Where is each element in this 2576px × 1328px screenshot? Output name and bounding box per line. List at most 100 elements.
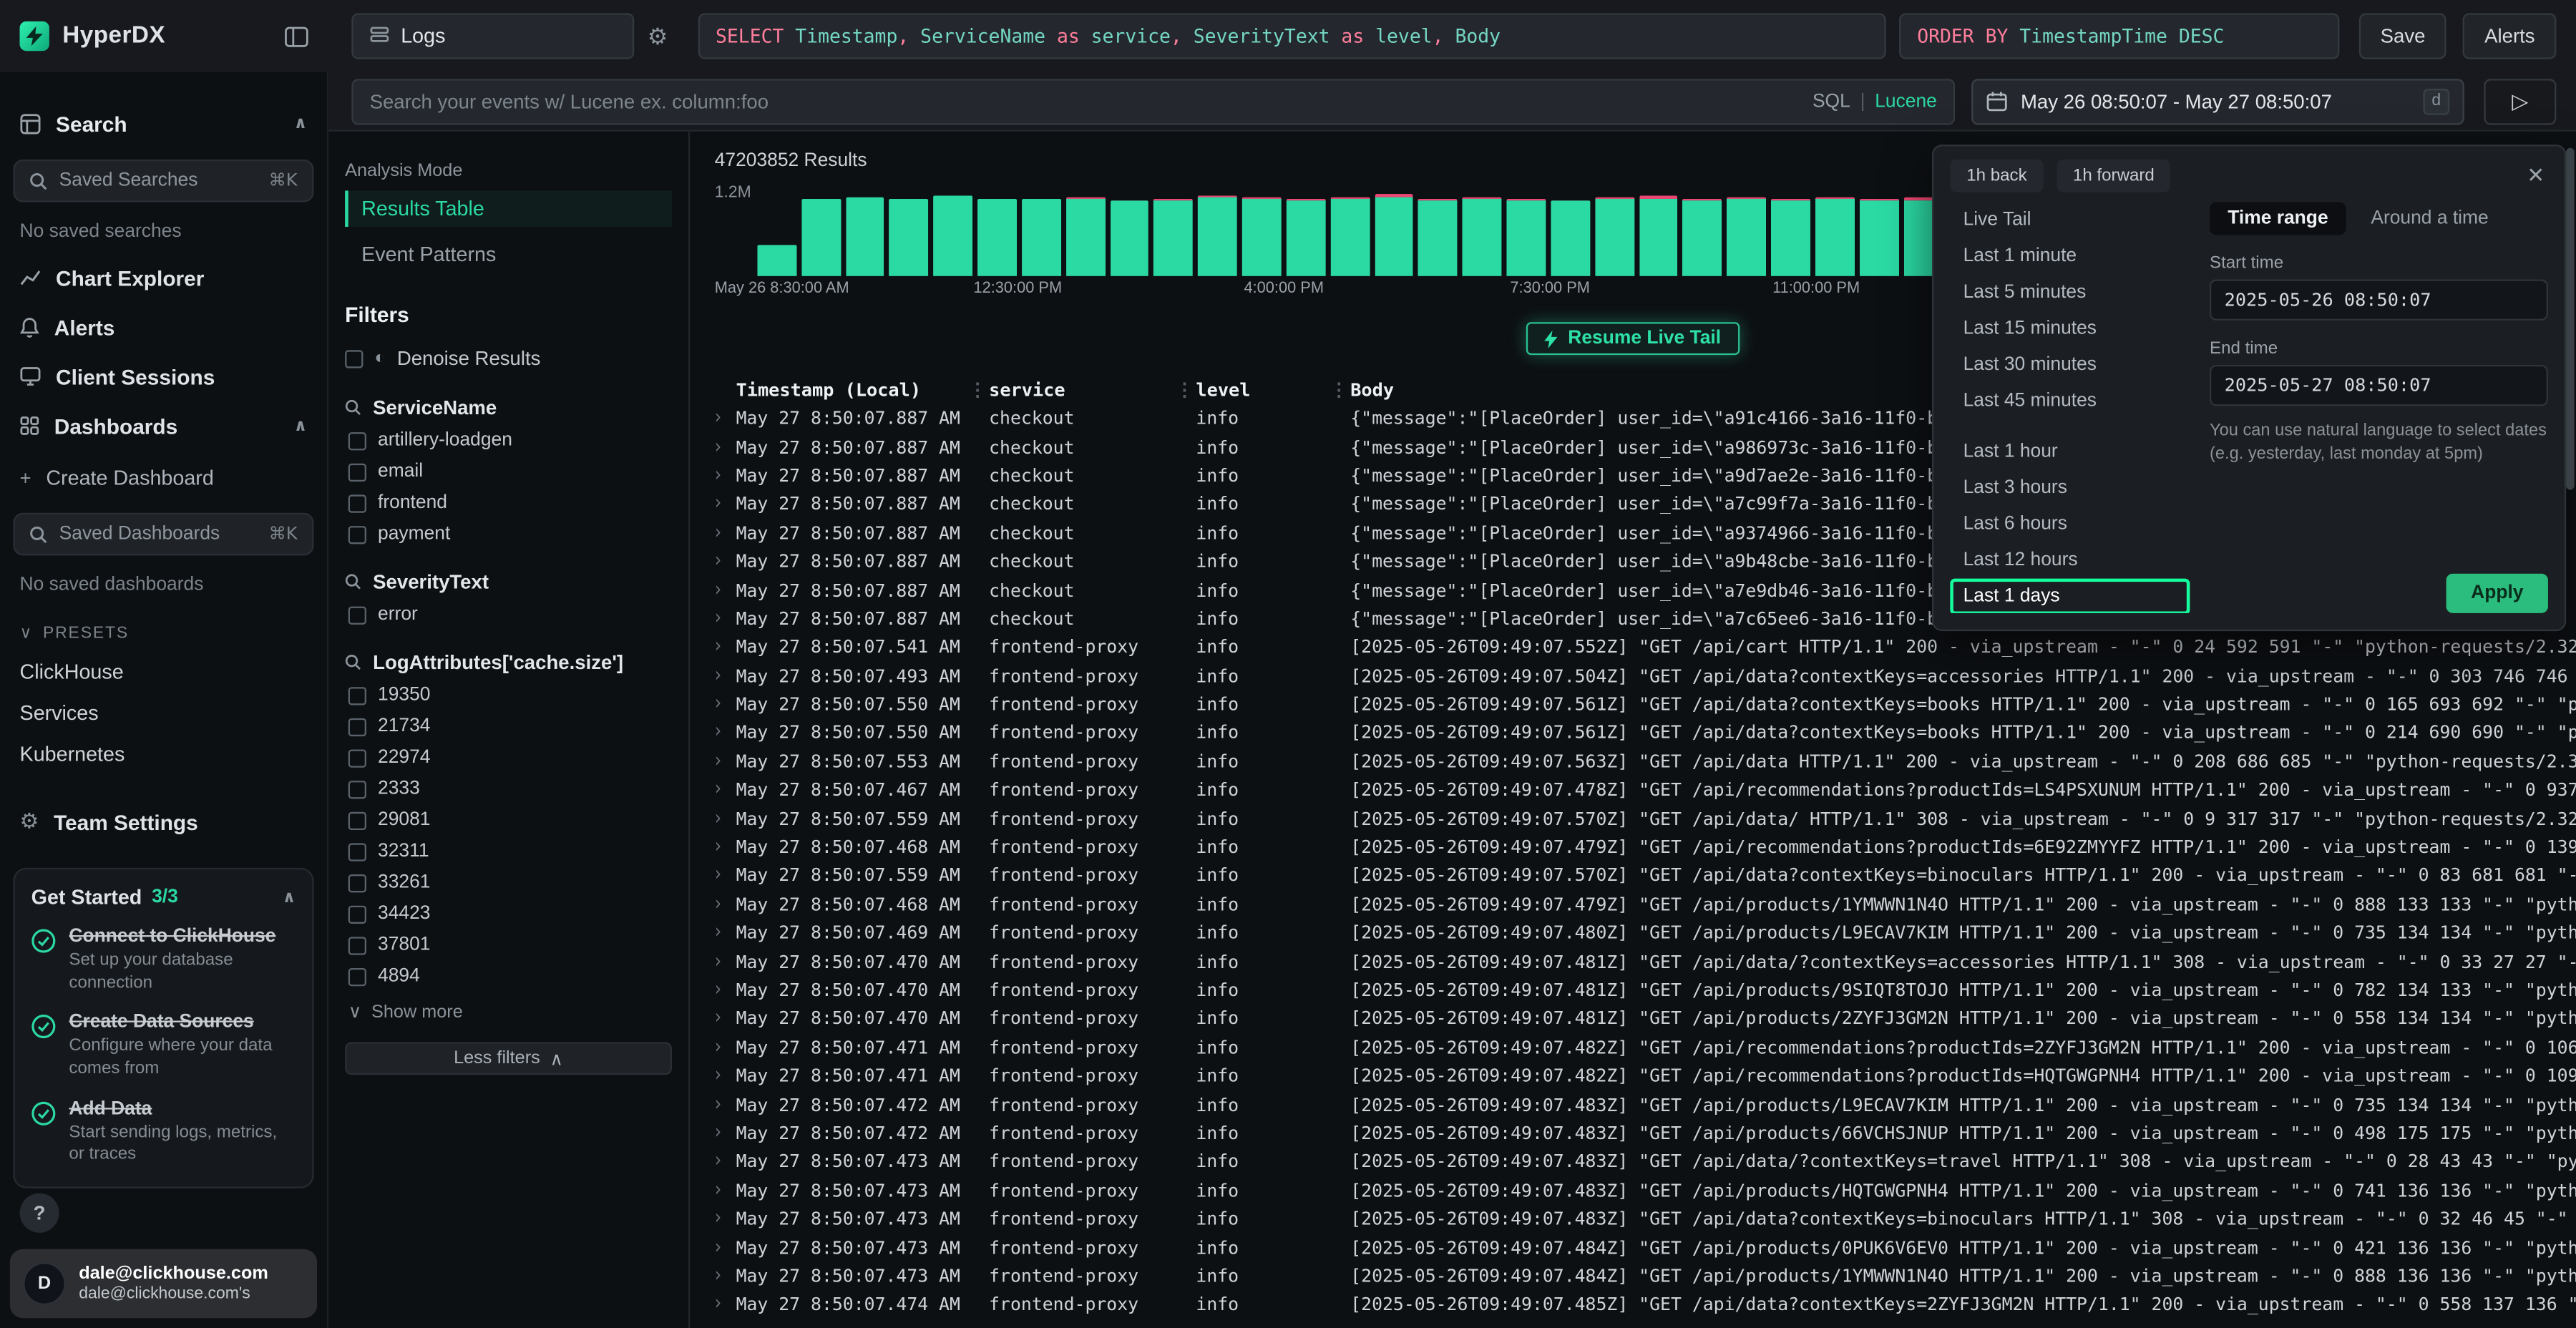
- run-search-button[interactable]: ▷: [2484, 78, 2556, 124]
- expand-row-icon[interactable]: [703, 1067, 736, 1085]
- histogram-bar[interactable]: [1154, 198, 1194, 276]
- relative-range-option[interactable]: Last 30 minutes: [1950, 347, 2190, 384]
- get-started-item[interactable]: Add Data Start sending logs, metrics, or…: [31, 1099, 296, 1167]
- expand-row-icon[interactable]: [703, 839, 736, 856]
- log-row[interactable]: May 27 8:50:07.472 AM frontend-proxy inf…: [703, 1090, 2576, 1119]
- histogram-bar[interactable]: [1287, 199, 1326, 275]
- log-row[interactable]: May 27 8:50:07.553 AM frontend-proxy inf…: [703, 747, 2576, 776]
- saved-dashboards-button[interactable]: Saved Dashboards ⌘K: [13, 513, 313, 556]
- lucene-mode-option[interactable]: Lucene: [1875, 91, 1937, 111]
- relative-range-option[interactable]: Last 45 minutes: [1950, 383, 2190, 419]
- histogram-bar[interactable]: [977, 198, 1017, 276]
- log-row[interactable]: May 27 8:50:07.473 AM frontend-proxy inf…: [703, 1262, 2576, 1291]
- histogram-bar[interactable]: [1066, 197, 1106, 276]
- create-dashboard-button[interactable]: + Create Dashboard: [0, 465, 327, 492]
- log-row[interactable]: May 27 8:50:07.493 AM frontend-proxy inf…: [703, 662, 2576, 690]
- histogram-bar[interactable]: [846, 197, 885, 276]
- filter-option[interactable]: 2333: [345, 779, 672, 799]
- filter-option[interactable]: 37801: [345, 935, 672, 955]
- filter-checkbox[interactable]: [348, 967, 366, 985]
- filter-checkbox[interactable]: [348, 718, 366, 736]
- filter-checkbox[interactable]: [348, 905, 366, 923]
- alerts-button[interactable]: Alerts: [2463, 13, 2556, 59]
- show-more-button[interactable]: ∨ Show more: [345, 1001, 672, 1022]
- expand-row-icon[interactable]: [703, 1210, 736, 1228]
- expand-row-icon[interactable]: [703, 867, 736, 885]
- log-row[interactable]: May 27 8:50:07.473 AM frontend-proxy inf…: [703, 1205, 2576, 1234]
- preset-item[interactable]: Kubernetes: [0, 743, 327, 766]
- relative-range-option[interactable]: Last 3 hours: [1950, 470, 2190, 507]
- sql-mode-option[interactable]: SQL: [1813, 91, 1850, 111]
- filter-option[interactable]: 21734: [345, 717, 672, 737]
- end-time-input[interactable]: 2025-05-27 08:50:07: [2210, 365, 2548, 406]
- expand-row-icon[interactable]: [703, 552, 736, 570]
- log-row[interactable]: May 27 8:50:07.473 AM frontend-proxy inf…: [703, 1234, 2576, 1262]
- log-row[interactable]: May 27 8:50:07.541 AM frontend-proxy inf…: [703, 633, 2576, 662]
- log-row[interactable]: May 27 8:50:07.550 AM frontend-proxy inf…: [703, 719, 2576, 748]
- log-row[interactable]: May 27 8:50:07.474 AM frontend-proxy inf…: [703, 1290, 2576, 1319]
- expand-row-icon[interactable]: [703, 409, 736, 427]
- log-row[interactable]: May 27 8:50:07.468 AM frontend-proxy inf…: [703, 890, 2576, 919]
- resume-live-tail-button[interactable]: Resume Live Tail: [1527, 322, 1739, 355]
- sidebar-item-alerts[interactable]: Alerts: [0, 314, 327, 341]
- expand-row-icon[interactable]: [703, 896, 736, 914]
- picker-tab[interactable]: Time range: [2210, 202, 2346, 235]
- histogram-bar[interactable]: [1463, 197, 1502, 276]
- chevron-up-icon[interactable]: ∧: [283, 889, 296, 907]
- search-icon[interactable]: [345, 399, 361, 416]
- expand-row-icon[interactable]: [703, 695, 736, 713]
- filter-checkbox[interactable]: [348, 874, 366, 892]
- histogram-bar[interactable]: [1859, 198, 1898, 276]
- histogram-bar[interactable]: [934, 196, 973, 276]
- user-menu[interactable]: D dale@clickhouse.com dale@clickhouse.co…: [10, 1249, 317, 1318]
- log-row[interactable]: May 27 8:50:07.470 AM frontend-proxy inf…: [703, 1005, 2576, 1033]
- sidebar-item-team-settings[interactable]: ⚙ Team Settings: [0, 809, 327, 835]
- log-row[interactable]: May 27 8:50:07.473 AM frontend-proxy inf…: [703, 1176, 2576, 1205]
- log-row[interactable]: May 27 8:50:07.471 AM frontend-proxy inf…: [703, 1062, 2576, 1090]
- histogram-bar[interactable]: [1683, 198, 1722, 276]
- expand-row-icon[interactable]: [703, 524, 736, 542]
- histogram-bar[interactable]: [1110, 200, 1149, 275]
- relative-range-option[interactable]: Last 1 days: [1950, 579, 2190, 613]
- histogram-bar[interactable]: [1198, 195, 1237, 276]
- histogram-bar[interactable]: [1330, 197, 1370, 276]
- one-hour-forward-button[interactable]: 1h forward: [2057, 160, 2171, 192]
- expand-row-icon[interactable]: [703, 724, 736, 742]
- preset-item[interactable]: ClickHouse: [0, 660, 327, 683]
- expand-row-icon[interactable]: [703, 438, 736, 456]
- sidebar-item-search[interactable]: Search ∧: [0, 109, 327, 138]
- histogram-bar[interactable]: [1022, 199, 1061, 275]
- log-row[interactable]: May 27 8:50:07.470 AM frontend-proxy inf…: [703, 947, 2576, 976]
- apply-button[interactable]: Apply: [2446, 574, 2548, 613]
- get-started-item[interactable]: Connect to ClickHouse Set up your databa…: [31, 927, 296, 995]
- chevron-up-icon[interactable]: ∧: [294, 416, 308, 434]
- save-button[interactable]: Save: [2359, 13, 2447, 59]
- expand-row-icon[interactable]: [703, 638, 736, 656]
- source-settings-gear-icon[interactable]: ⚙: [648, 22, 668, 50]
- filter-option[interactable]: error: [345, 605, 672, 625]
- expand-row-icon[interactable]: [703, 1296, 736, 1314]
- histogram-bar[interactable]: [1771, 199, 1810, 275]
- histogram-bar[interactable]: [1595, 197, 1634, 276]
- filter-checkbox[interactable]: [348, 811, 366, 829]
- log-row[interactable]: May 27 8:50:07.470 AM frontend-proxy inf…: [703, 976, 2576, 1005]
- log-row[interactable]: May 27 8:50:07.559 AM frontend-proxy inf…: [703, 804, 2576, 833]
- col-level[interactable]: level: [1196, 379, 1327, 400]
- histogram-bar[interactable]: [1551, 200, 1590, 275]
- filter-checkbox[interactable]: [348, 463, 366, 481]
- expand-row-icon[interactable]: [703, 581, 736, 599]
- expand-row-icon[interactable]: [703, 1095, 736, 1113]
- filter-checkbox[interactable]: [348, 748, 366, 766]
- log-row[interactable]: May 27 8:50:07.472 AM frontend-proxy inf…: [703, 1119, 2576, 1148]
- col-timestamp[interactable]: Timestamp (Local): [736, 379, 966, 400]
- filter-option[interactable]: 29081: [345, 810, 672, 830]
- select-query-input[interactable]: SELECT Timestamp, ServiceName as service…: [698, 13, 1886, 59]
- histogram-bar[interactable]: [1815, 197, 1855, 276]
- expand-row-icon[interactable]: [703, 924, 736, 942]
- help-button[interactable]: ?: [20, 1193, 59, 1233]
- order-by-input[interactable]: ORDER BY TimestampTime DESC: [1899, 13, 2339, 59]
- presets-toggle[interactable]: ∨ PRESETS: [0, 625, 327, 643]
- histogram-bar[interactable]: [1507, 199, 1546, 275]
- expand-row-icon[interactable]: [703, 667, 736, 685]
- preset-item[interactable]: Services: [0, 702, 327, 725]
